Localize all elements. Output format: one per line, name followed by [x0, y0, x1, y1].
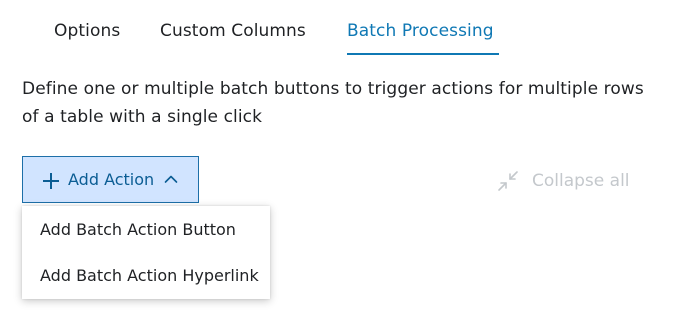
chevron-up-icon — [164, 175, 178, 183]
collapse-all-label: Collapse all — [532, 171, 630, 191]
menu-item-label: Add Batch Action Button — [40, 220, 236, 239]
tab-options[interactable]: Options — [54, 19, 120, 43]
add-action-button[interactable]: Add Action — [22, 156, 199, 203]
tab-batch-processing[interactable]: Batch Processing — [347, 19, 494, 43]
menu-item-add-batch-action-hyperlink[interactable]: Add Batch Action Hyperlink — [22, 252, 270, 298]
active-tab-indicator — [347, 53, 499, 55]
description-text: Define one or multiple batch buttons to … — [22, 79, 644, 127]
add-action-menu: Add Batch Action Button Add Batch Action… — [22, 206, 270, 299]
collapse-all-button[interactable]: Collapse all — [497, 168, 630, 194]
menu-item-label: Add Batch Action Hyperlink — [40, 266, 259, 285]
tab-custom-columns[interactable]: Custom Columns — [160, 19, 306, 43]
collapse-arrows-icon — [498, 171, 518, 191]
plus-icon — [43, 173, 59, 189]
menu-item-add-batch-action-button[interactable]: Add Batch Action Button — [22, 206, 270, 252]
add-action-label: Add Action — [68, 170, 155, 189]
tab-bar: Options Custom Columns Batch Processing — [0, 0, 689, 58]
